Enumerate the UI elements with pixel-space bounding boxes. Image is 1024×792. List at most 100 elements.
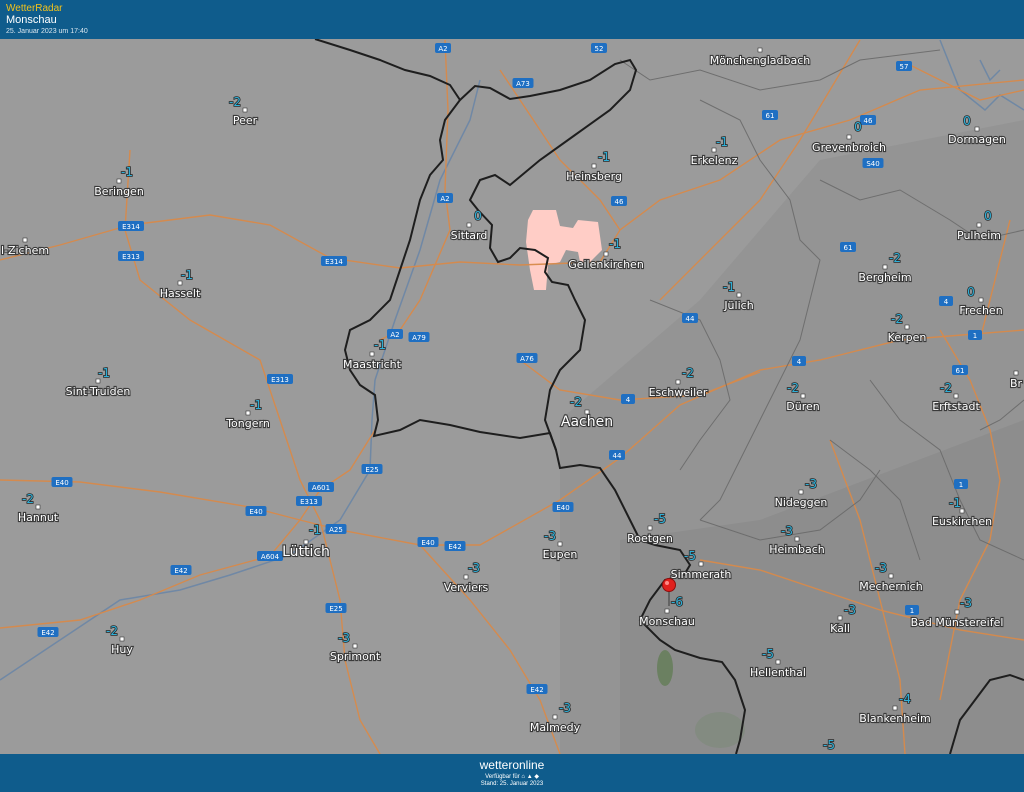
city-label[interactable]: Nideggen: [774, 495, 829, 510]
svg-text:A2: A2: [438, 45, 447, 53]
road-shield: 57: [896, 61, 912, 71]
city-label[interactable]: Euskirchen: [931, 514, 993, 529]
city-label[interactable]: Maastricht: [342, 357, 403, 372]
temperature-label: -3: [781, 524, 793, 538]
city-label[interactable]: Frechen: [958, 303, 1004, 318]
city-label[interactable]: Sittard: [450, 228, 489, 243]
city-label[interactable]: Peer: [232, 113, 259, 128]
city-label[interactable]: Malmedy: [529, 720, 582, 735]
city-label[interactable]: Erftstadt: [931, 399, 981, 414]
city-label[interactable]: Monschau: [638, 614, 696, 629]
city-marker: [35, 504, 41, 510]
city-label[interactable]: Simmerath: [670, 567, 733, 582]
svg-text:46: 46: [615, 198, 624, 206]
temperature-label: -3: [960, 596, 972, 610]
svg-text:A73: A73: [516, 80, 530, 88]
city-label[interactable]: Hannut: [17, 510, 60, 525]
temperature-label: -1: [949, 496, 961, 510]
road-shield: A604: [257, 551, 283, 561]
road-shield: E42: [526, 684, 548, 694]
city-label[interactable]: Aachen: [560, 413, 614, 431]
city-label[interactable]: Dormagen: [947, 132, 1007, 147]
temperature-label: -4: [899, 692, 911, 706]
city-label[interactable]: Eschweiler: [647, 385, 709, 400]
road-shield: E313: [267, 374, 293, 384]
road-shield: 4: [621, 394, 635, 404]
temperature-label: -3: [805, 477, 817, 491]
svg-text:57: 57: [900, 63, 909, 71]
city-label[interactable]: Roetgen: [626, 531, 674, 546]
city-marker: [837, 615, 843, 621]
city-label[interactable]: Bad Münstereifel: [909, 615, 1004, 630]
temperature-label: -2: [891, 312, 903, 326]
city-label[interactable]: Tongern: [224, 416, 271, 431]
city-label[interactable]: Pulheim: [956, 228, 1002, 243]
svg-text:E314: E314: [325, 258, 343, 266]
city-marker: [775, 659, 781, 665]
svg-text:1: 1: [910, 607, 914, 615]
temperature-label: -1: [598, 150, 610, 164]
city-label[interactable]: Erkelenz: [690, 153, 739, 168]
road-shield: A601: [308, 482, 334, 492]
city-marker: [1013, 370, 1019, 376]
road-shield: E40: [245, 506, 267, 516]
city-label[interactable]: Bergheim: [857, 270, 912, 285]
city-label[interactable]: l-Zichem: [0, 243, 50, 258]
svg-text:E42: E42: [41, 629, 54, 637]
city-label[interactable]: Eupen: [542, 547, 579, 562]
radar-timestamp: 25. Januar 2023 um 17:40: [6, 28, 88, 35]
road-shield: 61: [840, 242, 856, 252]
temperature-label: -1: [98, 366, 110, 380]
city-label[interactable]: Geilenkirchen: [567, 257, 645, 272]
data-stand-text: Stand: 25. Januar 2023: [480, 781, 544, 787]
svg-text:A604: A604: [261, 553, 280, 561]
svg-text:E313: E313: [122, 253, 140, 261]
app-footer: wetteronline Verfügbar für ⌂ ▲ ◆ Stand: …: [0, 754, 1024, 792]
city-label[interactable]: Mechernich: [858, 579, 924, 594]
availability-text: Verfügbar für ⌂ ▲ ◆: [485, 774, 539, 780]
city-label[interactable]: Düren: [785, 399, 821, 414]
temperature-label: -3: [844, 603, 856, 617]
city-label[interactable]: Beringen: [93, 184, 145, 199]
svg-text:A76: A76: [520, 355, 534, 363]
svg-text:A25: A25: [329, 526, 343, 534]
city-label[interactable]: Sprimont: [329, 649, 382, 664]
city-label[interactable]: Mönchengladbach: [709, 53, 812, 68]
city-marker: [800, 393, 806, 399]
road-shield: 61: [762, 110, 778, 120]
temperature-label: 0: [854, 120, 862, 134]
city-label[interactable]: Heinsberg: [565, 169, 623, 184]
road-shield: A73: [512, 78, 534, 88]
city-label[interactable]: Verviers: [443, 580, 490, 595]
temperature-label: -1: [374, 338, 386, 352]
road-shield: E40: [51, 477, 73, 487]
svg-text:61: 61: [766, 112, 775, 120]
road-shield: E42: [37, 627, 59, 637]
city-label[interactable]: Sint-Truiden: [65, 384, 132, 399]
svg-text:E313: E313: [271, 376, 289, 384]
road-shield: E314: [321, 256, 347, 266]
city-label[interactable]: Jülich: [722, 298, 755, 313]
city-label[interactable]: Kerpen: [887, 330, 928, 345]
temperature-label: -2: [229, 95, 241, 109]
road-shield: E42: [444, 541, 466, 551]
svg-text:52: 52: [595, 45, 604, 53]
city-label[interactable]: Huy: [110, 642, 134, 657]
city-label[interactable]: Kall: [829, 621, 851, 636]
city-label[interactable]: Lüttich: [281, 543, 331, 561]
app-header: WetterRadar Monschau 25. Januar 2023 um …: [0, 0, 1024, 39]
city-marker: [116, 178, 122, 184]
city-label[interactable]: Hasselt: [159, 286, 202, 301]
city-marker: [794, 536, 800, 542]
city-label[interactable]: Blankenheim: [858, 711, 932, 726]
city-label[interactable]: Heimbach: [768, 542, 826, 557]
city-marker: [757, 47, 763, 53]
temperature-label: -3: [468, 561, 480, 575]
svg-text:44: 44: [686, 315, 695, 323]
city-label[interactable]: Grevenbroich: [811, 140, 887, 155]
city-marker: [647, 525, 653, 531]
city-label[interactable]: Hellenthal: [749, 665, 807, 680]
svg-text:E40: E40: [421, 539, 434, 547]
city-label[interactable]: Br: [1009, 376, 1024, 391]
radar-map[interactable]: A2 A73 52 57 61 46 S40 A2 E314 E313 E314 A2 A79 46 61 4…: [0, 39, 1024, 754]
